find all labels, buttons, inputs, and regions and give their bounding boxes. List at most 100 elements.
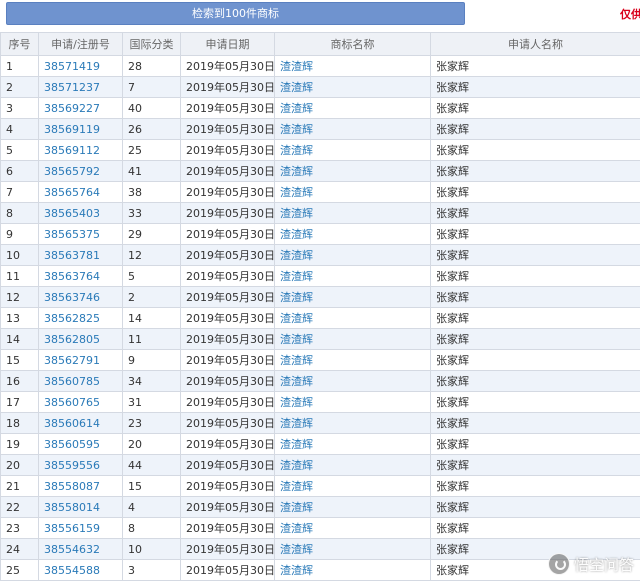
application-date: 2019年05月30日 [180,517,275,539]
applicant-name: 张家辉 [430,412,640,434]
trademark-name-link[interactable]: 渣渣辉 [274,202,431,224]
class-number: 31 [122,391,181,413]
registration-number-link[interactable]: 38554632 [38,538,123,560]
wukong-logo-icon [547,553,570,575]
trademark-name-link[interactable]: 渣渣辉 [274,475,431,497]
registration-number-link[interactable]: 38562791 [38,349,123,371]
registration-number-link[interactable]: 38565375 [38,223,123,245]
trademark-name-link[interactable]: 渣渣辉 [274,433,431,455]
watermark: 悟空问答 [547,553,634,575]
application-date: 2019年05月30日 [180,328,275,350]
table-row: 16 38560785 34 2019年05月30日 渣渣辉 张家辉 [0,370,640,392]
registration-number-link[interactable]: 38565403 [38,202,123,224]
trademark-name-link[interactable]: 渣渣辉 [274,244,431,266]
applicant-name: 张家辉 [430,349,640,371]
column-header-index: 序号 [0,32,39,56]
row-index: 13 [0,307,39,329]
applicant-name: 张家辉 [430,496,640,518]
trademark-name-link[interactable]: 渣渣辉 [274,181,431,203]
application-date: 2019年05月30日 [180,244,275,266]
application-date: 2019年05月30日 [180,76,275,98]
class-number: 23 [122,412,181,434]
applicant-name: 张家辉 [430,181,640,203]
trademark-name-link[interactable]: 渣渣辉 [274,391,431,413]
trademark-name-link[interactable]: 渣渣辉 [274,76,431,98]
class-number: 8 [122,517,181,539]
table-row: 13 38562825 14 2019年05月30日 渣渣辉 张家辉 [0,307,640,329]
table-row: 5 38569112 25 2019年05月30日 渣渣辉 张家辉 [0,139,640,161]
registration-number-link[interactable]: 38569119 [38,118,123,140]
trademark-name-link[interactable]: 渣渣辉 [274,538,431,560]
class-number: 28 [122,55,181,77]
class-number: 26 [122,118,181,140]
registration-number-link[interactable]: 38563764 [38,265,123,287]
trademark-name-link[interactable]: 渣渣辉 [274,307,431,329]
trademark-name-link[interactable]: 渣渣辉 [274,349,431,371]
registration-number-link[interactable]: 38560765 [38,391,123,413]
registration-number-link[interactable]: 38563781 [38,244,123,266]
applicant-name: 张家辉 [430,391,640,413]
application-date: 2019年05月30日 [180,55,275,77]
registration-number-link[interactable]: 38554588 [38,559,123,581]
trademark-name-link[interactable]: 渣渣辉 [274,118,431,140]
trademark-name-link[interactable]: 渣渣辉 [274,370,431,392]
applicant-name: 张家辉 [430,160,640,182]
row-index: 9 [0,223,39,245]
registration-number-link[interactable]: 38559556 [38,454,123,476]
application-date: 2019年05月30日 [180,160,275,182]
trademark-name-link[interactable]: 渣渣辉 [274,139,431,161]
trademark-name-link[interactable]: 渣渣辉 [274,160,431,182]
class-number: 34 [122,370,181,392]
trademark-name-link[interactable]: 渣渣辉 [274,55,431,77]
row-index: 4 [0,118,39,140]
application-date: 2019年05月30日 [180,433,275,455]
class-number: 25 [122,139,181,161]
application-date: 2019年05月30日 [180,265,275,287]
trademark-name-link[interactable]: 渣渣辉 [274,412,431,434]
application-date: 2019年05月30日 [180,97,275,119]
row-index: 17 [0,391,39,413]
registration-number-link[interactable]: 38562825 [38,307,123,329]
registration-number-link[interactable]: 38565792 [38,160,123,182]
registration-number-link[interactable]: 38569227 [38,97,123,119]
class-number: 2 [122,286,181,308]
trademark-name-link[interactable]: 渣渣辉 [274,265,431,287]
trademark-name-link[interactable]: 渣渣辉 [274,454,431,476]
applicant-name: 张家辉 [430,55,640,77]
applicant-name: 张家辉 [430,223,640,245]
registration-number-link[interactable]: 38571419 [38,55,123,77]
row-index: 6 [0,160,39,182]
registration-number-link[interactable]: 38560614 [38,412,123,434]
registration-number-link[interactable]: 38560785 [38,370,123,392]
registration-number-link[interactable]: 38558014 [38,496,123,518]
row-index: 12 [0,286,39,308]
class-number: 11 [122,328,181,350]
registration-number-link[interactable]: 38563746 [38,286,123,308]
result-count-button[interactable]: 检索到100件商标 [6,2,465,25]
class-number: 33 [122,202,181,224]
notice-text: 仅供 [620,8,640,21]
applicant-name: 张家辉 [430,97,640,119]
row-index: 1 [0,55,39,77]
registration-number-link[interactable]: 38560595 [38,433,123,455]
registration-number-link[interactable]: 38562805 [38,328,123,350]
trademark-name-link[interactable]: 渣渣辉 [274,97,431,119]
registration-number-link[interactable]: 38565764 [38,181,123,203]
registration-number-link[interactable]: 38556159 [38,517,123,539]
registration-number-link[interactable]: 38571237 [38,76,123,98]
trademark-name-link[interactable]: 渣渣辉 [274,496,431,518]
trademark-name-link[interactable]: 渣渣辉 [274,223,431,245]
trademark-name-link[interactable]: 渣渣辉 [274,517,431,539]
trademark-name-link[interactable]: 渣渣辉 [274,286,431,308]
registration-number-link[interactable]: 38569112 [38,139,123,161]
table-row: 21 38558087 15 2019年05月30日 渣渣辉 张家辉 [0,475,640,497]
applicant-name: 张家辉 [430,202,640,224]
trademark-name-link[interactable]: 渣渣辉 [274,559,431,581]
watermark-text: 悟空问答 [573,555,634,574]
row-index: 15 [0,349,39,371]
table-row: 12 38563746 2 2019年05月30日 渣渣辉 张家辉 [0,286,640,308]
registration-number-link[interactable]: 38558087 [38,475,123,497]
trademark-name-link[interactable]: 渣渣辉 [274,328,431,350]
application-date: 2019年05月30日 [180,139,275,161]
class-number: 12 [122,244,181,266]
